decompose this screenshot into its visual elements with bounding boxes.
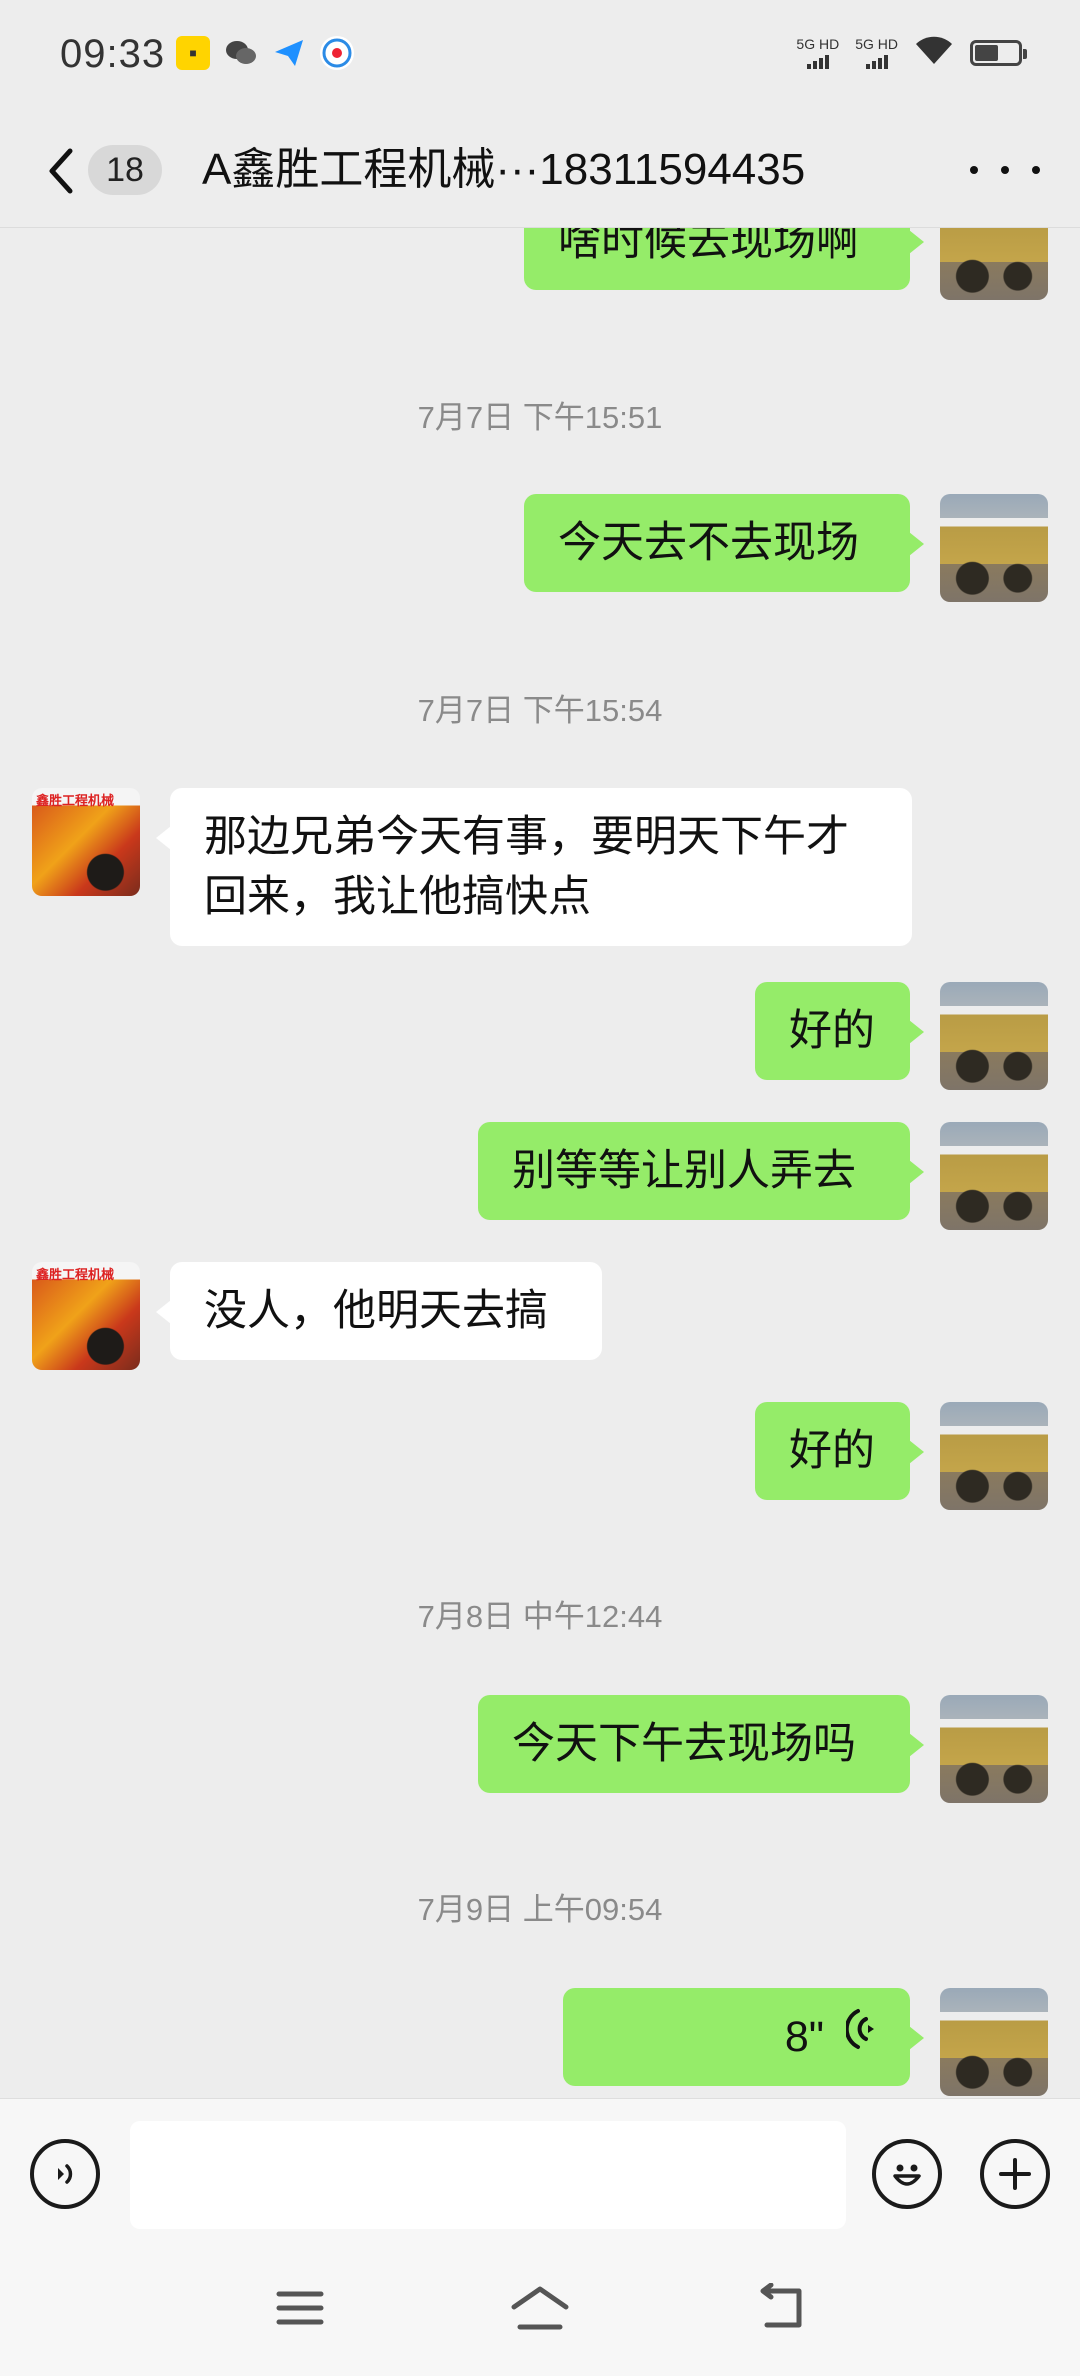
network-signal-2: 5G HD bbox=[855, 37, 898, 69]
battery-icon bbox=[970, 39, 1027, 66]
chevron-left-icon[interactable] bbox=[40, 143, 88, 199]
more-dots-icon[interactable] bbox=[970, 145, 1040, 195]
message-bubble-sent[interactable]: 今天下午去现场吗 bbox=[478, 1695, 924, 1793]
notification-icons: ■ bbox=[176, 36, 354, 70]
contact-avatar[interactable]: 鑫胜工程机械 bbox=[32, 788, 140, 896]
my-avatar[interactable] bbox=[940, 982, 1048, 1090]
timestamp: 7月9日 上午09:54 bbox=[417, 1892, 663, 1927]
voice-wave-icon bbox=[844, 2007, 876, 2067]
message-input[interactable] bbox=[130, 2121, 846, 2229]
timestamp: 7月8日 中午12:44 bbox=[417, 1599, 663, 1634]
plus-icon[interactable] bbox=[980, 2139, 1050, 2209]
app-icon: ■ bbox=[176, 36, 210, 70]
menu-icon[interactable] bbox=[265, 2278, 335, 2338]
back-icon[interactable] bbox=[745, 2278, 815, 2338]
my-avatar[interactable] bbox=[940, 494, 1048, 602]
status-bar: 09:33 ■ 5G HD 5G HD bbox=[0, 0, 1080, 115]
status-time: 09:33 bbox=[60, 32, 166, 76]
battery-level bbox=[975, 44, 999, 61]
message-bubble-sent[interactable]: 啥时候去现场啊 bbox=[524, 228, 924, 290]
chat-header: 18 A鑫胜工程机械···18311594435 bbox=[0, 115, 1080, 228]
system-nav-bar bbox=[0, 2238, 1080, 2376]
wifi-icon bbox=[914, 34, 954, 71]
send-icon bbox=[272, 36, 306, 70]
message-bubble-sent[interactable]: 好的 bbox=[755, 1402, 924, 1500]
message-bubble-received[interactable]: 没人，他明天去搞 bbox=[156, 1262, 602, 1360]
message-list[interactable]: 啥时候去现场啊 7月7日 下午15:51 今天去不去现场 7月7日 下午15:5… bbox=[0, 228, 1080, 2098]
message-bubble-received[interactable]: 那边兄弟今天有事，要明天下午才 回来，我让他搞快点 bbox=[156, 788, 912, 946]
chat-title: A鑫胜工程机械···18311594435 bbox=[202, 145, 806, 194]
my-avatar[interactable] bbox=[940, 1402, 1048, 1510]
network-signal-1: 5G HD bbox=[796, 37, 839, 69]
message-bubble-sent[interactable]: 别等等让别人弄去 bbox=[478, 1122, 924, 1220]
my-avatar[interactable] bbox=[940, 228, 1048, 300]
voice-message-bubble[interactable]: 8" bbox=[563, 1988, 924, 2086]
input-bar bbox=[0, 2098, 1080, 2239]
voice-input-icon[interactable] bbox=[30, 2139, 100, 2209]
wechat-icon bbox=[224, 36, 258, 70]
emoji-icon[interactable] bbox=[872, 2139, 942, 2209]
unread-count-badge[interactable]: 18 bbox=[88, 145, 162, 195]
system-icons: 5G HD 5G HD bbox=[796, 34, 1027, 71]
browser-icon bbox=[320, 36, 354, 70]
timestamp: 7月7日 下午15:54 bbox=[417, 693, 663, 728]
contact-avatar[interactable]: 鑫胜工程机械 bbox=[32, 1262, 140, 1370]
message-bubble-sent[interactable]: 好的 bbox=[755, 982, 924, 1080]
my-avatar[interactable] bbox=[940, 1122, 1048, 1230]
home-icon[interactable] bbox=[505, 2278, 575, 2338]
my-avatar[interactable] bbox=[940, 1988, 1048, 2096]
message-bubble-sent[interactable]: 今天去不去现场 bbox=[524, 494, 924, 592]
my-avatar[interactable] bbox=[940, 1695, 1048, 1803]
voice-duration: 8" bbox=[784, 2013, 824, 2061]
timestamp: 7月7日 下午15:51 bbox=[417, 400, 663, 435]
